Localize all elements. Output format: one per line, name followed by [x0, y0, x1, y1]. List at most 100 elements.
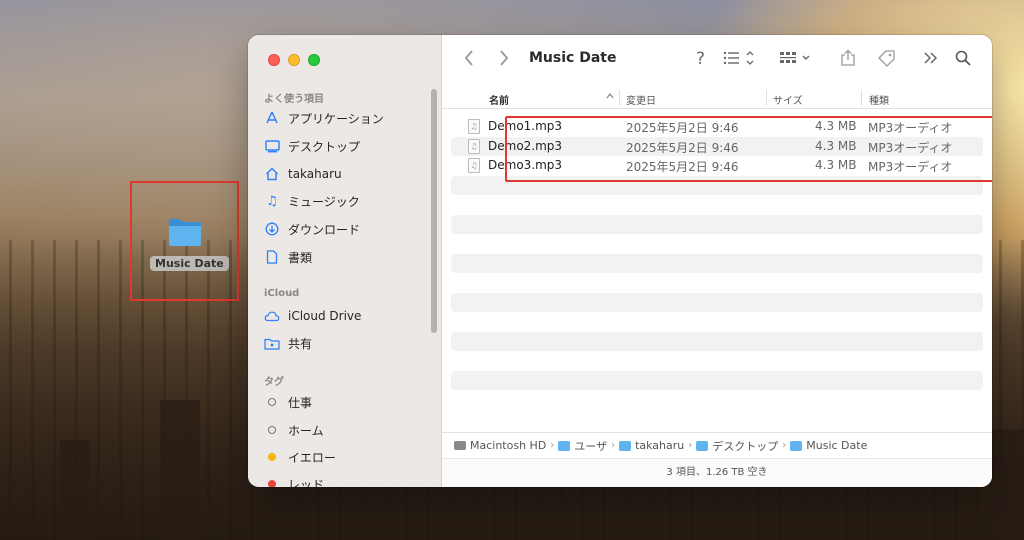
sort-ascending-icon[interactable] — [605, 91, 615, 104]
file-row[interactable]: ♫ Demo1.mp3 2025年5月2日 9:46 4.3 MB MP3オーデ… — [451, 117, 983, 137]
window-title: Music Date — [529, 50, 617, 66]
sidebar-scrollbar[interactable] — [431, 89, 437, 333]
sidebar-section-icloud: iCloud — [264, 288, 300, 299]
sidebar-section-favorites: よく使う項目 — [264, 94, 324, 105]
sidebar-item-icloud-drive[interactable]: iCloud Drive — [264, 305, 361, 327]
path-item[interactable]: デスクトップ — [696, 438, 778, 454]
column-name-header[interactable]: 名前 — [489, 92, 509, 107]
window-controls — [268, 54, 320, 66]
file-kind: MP3オーディオ — [868, 121, 953, 135]
sidebar-item-label: 書類 — [288, 250, 313, 265]
sidebar-item-home[interactable]: takaharu — [264, 163, 342, 185]
hard-disk-icon — [454, 441, 466, 450]
sidebar-item-label: takaharu — [288, 167, 342, 181]
column-header: 名前 変更日 サイズ 種類 — [442, 87, 992, 109]
tag-red-dot-icon — [268, 480, 276, 487]
file-name: Demo1.mp3 — [488, 119, 563, 133]
minimize-button[interactable] — [288, 54, 300, 66]
list-view-icon — [723, 51, 754, 65]
path-item[interactable]: Music Date — [790, 439, 867, 452]
more-button[interactable] — [923, 49, 939, 72]
empty-row — [451, 390, 983, 410]
file-name: Demo2.mp3 — [488, 138, 563, 153]
chevron-left-icon — [464, 50, 473, 66]
sidebar-item-label: デスクトップ — [288, 139, 361, 154]
sidebar-tag-yellow[interactable]: イエロー — [264, 446, 336, 468]
finder-window: よく使う項目 アプリケーション デスクトップ takaharu ♫ ミュージック — [248, 35, 992, 487]
search-button[interactable] — [954, 49, 972, 72]
sidebar-item-label: 共有 — [288, 336, 313, 351]
path-item-label: デスクトップ — [712, 439, 779, 453]
tag-yellow-dot-icon — [268, 453, 276, 461]
downloads-icon — [264, 221, 280, 237]
list-view-button[interactable] — [722, 49, 756, 72]
empty-row — [451, 370, 983, 390]
file-modified: 2025年5月2日 9:46 — [626, 160, 739, 174]
sidebar-item-label: レッド — [288, 477, 325, 488]
column-kind-header[interactable]: 種類 — [869, 92, 889, 107]
folder-icon — [619, 440, 632, 451]
chevron-right-icon: › — [782, 440, 787, 451]
search-icon — [955, 50, 971, 66]
sidebar-section-tags: タグ — [264, 377, 284, 388]
back-button[interactable] — [463, 49, 475, 72]
help-button[interactable]: ? — [696, 49, 705, 69]
file-list: ♫ Demo1.mp3 2025年5月2日 9:46 4.3 MB MP3オーデ… — [451, 117, 983, 410]
empty-row — [451, 214, 983, 234]
status-bar: 3 項目、1.26 TB 空き — [442, 458, 992, 487]
file-browser: Music Date ? 名前 変更日 サイズ 種類 ♫ Demo1.mp3 2… — [442, 35, 992, 487]
sidebar-item-documents[interactable]: 書類 — [264, 246, 312, 268]
column-size-header[interactable]: サイズ — [773, 92, 803, 107]
chevron-right-icon: › — [611, 440, 616, 451]
sidebar-item-music[interactable]: ♫ ミュージック — [264, 190, 360, 212]
file-kind: MP3オーディオ — [868, 140, 953, 155]
forward-button[interactable] — [498, 49, 510, 72]
empty-row — [451, 175, 983, 195]
sidebar-tag-red[interactable]: レッド — [264, 473, 324, 487]
sidebar-item-desktop[interactable]: デスクトップ — [264, 135, 360, 157]
desktop-icon — [264, 138, 280, 154]
file-row[interactable]: ♫ Demo2.mp3 2025年5月2日 9:46 4.3 MB MP3オーデ… — [451, 136, 983, 156]
sidebar-item-shared[interactable]: 共有 — [264, 332, 312, 354]
sidebar-tag-home[interactable]: ホーム — [264, 419, 324, 441]
column-modified-header[interactable]: 変更日 — [626, 92, 656, 107]
home-icon — [264, 166, 280, 182]
sidebar-item-label: イエロー — [288, 450, 336, 465]
building-silhouette — [160, 400, 200, 540]
path-item[interactable]: ユーザ — [558, 438, 607, 454]
audio-file-icon: ♫ — [468, 158, 480, 173]
close-button[interactable] — [268, 54, 280, 66]
group-button[interactable] — [778, 49, 816, 72]
sidebar-item-label: ミュージック — [288, 194, 360, 209]
sidebar-item-downloads[interactable]: ダウンロード — [264, 218, 360, 240]
file-size: 4.3 MB — [815, 138, 857, 153]
sidebar-tag-work[interactable]: 仕事 — [264, 391, 312, 413]
sidebar-item-label: ホーム — [288, 423, 324, 438]
chevron-right-icon: › — [688, 440, 693, 451]
zoom-button[interactable] — [308, 54, 320, 66]
audio-file-icon: ♫ — [468, 119, 480, 134]
empty-row — [451, 273, 983, 293]
path-item[interactable]: Macintosh HD — [454, 439, 546, 452]
tag-button[interactable] — [877, 49, 897, 72]
path-item-label: Macintosh HD — [470, 439, 547, 452]
desktop-folder-label: Music Date — [150, 256, 229, 271]
desktop-folder-highlight[interactable]: Music Date — [130, 181, 239, 301]
chevron-right-icon: › — [550, 440, 555, 451]
empty-row — [451, 234, 983, 254]
building-silhouette — [60, 440, 90, 540]
share-button[interactable] — [840, 49, 856, 72]
file-size: 4.3 MB — [815, 158, 857, 172]
cloud-icon — [264, 308, 280, 324]
sidebar: よく使う項目 アプリケーション デスクトップ takaharu ♫ ミュージック — [248, 35, 442, 487]
path-item[interactable]: takaharu — [619, 439, 684, 452]
sidebar-item-applications[interactable]: アプリケーション — [264, 107, 384, 129]
column-divider — [861, 90, 862, 106]
file-size: 4.3 MB — [815, 119, 857, 133]
sidebar-item-label: ダウンロード — [288, 222, 361, 237]
path-item-label: takaharu — [635, 439, 685, 452]
sidebar-item-label: 仕事 — [288, 395, 313, 410]
empty-row — [451, 253, 983, 273]
group-icon — [780, 52, 810, 63]
file-row[interactable]: ♫ Demo3.mp3 2025年5月2日 9:46 4.3 MB MP3オーデ… — [451, 156, 983, 176]
